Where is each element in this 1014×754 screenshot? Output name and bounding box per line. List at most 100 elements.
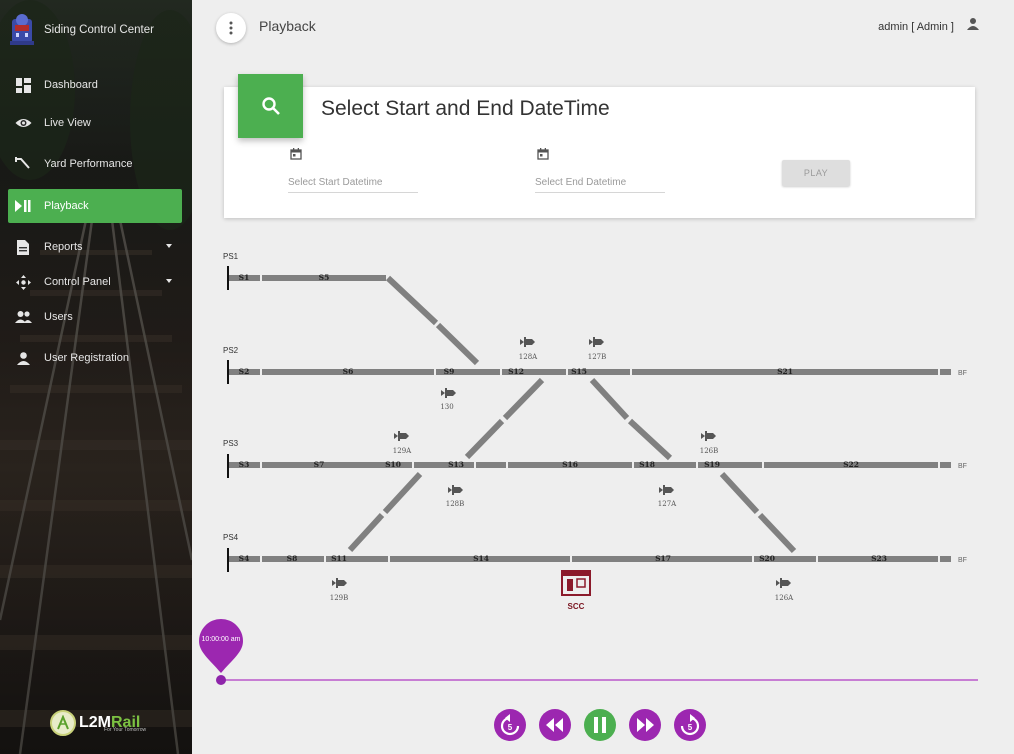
timeline-handle[interactable] <box>216 675 226 685</box>
fast-forward-icon <box>637 718 654 732</box>
calendar-icon[interactable] <box>290 147 302 165</box>
sidebar-item-label: Playback <box>44 200 89 212</box>
signal-129a[interactable]: 129A <box>393 431 412 455</box>
signal-130[interactable]: 130 <box>440 388 456 411</box>
crossover-s10-b <box>347 512 385 553</box>
section-label: S10 <box>385 460 401 469</box>
bumper-ps4 <box>227 548 229 572</box>
signal-label: 130 <box>440 403 453 411</box>
section-label: S11 <box>331 554 347 563</box>
section-label: S1 <box>239 273 250 282</box>
sidebar-item-reports[interactable]: Reports <box>8 230 182 264</box>
timeline-track[interactable] <box>221 679 978 681</box>
signal-label: 129A <box>393 447 412 455</box>
section-label: S13 <box>448 460 464 469</box>
chevron-down-icon <box>166 279 172 283</box>
bumper-ps1 <box>227 266 229 290</box>
end-datetime-input[interactable] <box>535 177 665 193</box>
signal-126b[interactable]: 126B <box>700 431 719 455</box>
crossover-s5-a <box>385 275 439 326</box>
signal-icon <box>448 485 463 495</box>
signal-128b[interactable]: 128B <box>446 485 465 508</box>
card-title: Select Start and End DateTime <box>321 97 610 120</box>
signal-label: 129B <box>330 594 349 602</box>
sidebar-brand[interactable]: Siding Control Center <box>6 12 154 48</box>
sidebar-item-yard-performance[interactable]: Yard Performance <box>8 147 182 181</box>
page-title: Playback <box>259 18 316 34</box>
sidebar-item-control-panel[interactable]: Control Panel <box>8 265 182 299</box>
signal-127b[interactable]: 127B <box>588 337 607 361</box>
scc-station[interactable]: SCC <box>561 570 591 611</box>
platform-label-ps4: PS4 <box>223 533 239 542</box>
more-menu-button[interactable] <box>216 13 246 43</box>
crossover-s19-b <box>757 512 797 554</box>
signal-label: 127B <box>588 353 607 361</box>
signal-icon <box>701 431 716 441</box>
sidebar-item-label: Reports <box>44 241 83 253</box>
section-label: S16 <box>562 460 578 469</box>
logo-tagline: For Your Tomorrow <box>104 727 147 733</box>
signal-icon <box>394 431 409 441</box>
pause-button[interactable] <box>584 709 616 741</box>
document-icon <box>14 238 32 256</box>
calendar-icon[interactable] <box>537 147 549 165</box>
forward-5-button[interactable]: 5 <box>674 709 706 741</box>
station-building-icon <box>561 570 591 596</box>
rewind-button[interactable] <box>539 709 571 741</box>
signal-label: 127A <box>658 500 677 508</box>
sidebar-item-label: Live View <box>44 117 91 129</box>
section-label: S3 <box>239 460 250 469</box>
fast-forward-button[interactable] <box>629 709 661 741</box>
search-icon <box>261 97 280 115</box>
signal-icon <box>776 578 791 588</box>
sidebar-item-users[interactable]: Users <box>8 300 182 334</box>
section-label: S15 <box>571 367 587 376</box>
bumper-ps2 <box>227 360 229 384</box>
section-label: S2 <box>239 367 250 376</box>
sidebar-item-user-registration[interactable]: User Registration <box>8 341 182 375</box>
timeline-current-time: 10:00:00 am <box>201 636 241 643</box>
sidebar-item-dashboard[interactable]: Dashboard <box>8 68 182 102</box>
pause-icon <box>594 717 606 733</box>
signal-label: 126A <box>775 594 794 602</box>
timeline-time-pin[interactable] <box>199 619 243 675</box>
crossover-s15-b <box>627 418 673 461</box>
forward-5-icon: 5 <box>680 714 700 736</box>
sidebar: Siding Control Center Dashboard Live Vie… <box>0 0 192 754</box>
crossover-s5-b <box>435 322 480 366</box>
crossover-s12-a <box>502 377 545 421</box>
dashboard-icon <box>14 76 32 94</box>
bumper-ps3 <box>227 454 229 478</box>
signal-128a[interactable]: 128A <box>519 337 538 361</box>
section-label: S9 <box>444 367 455 376</box>
sidebar-item-label: User Registration <box>44 352 129 364</box>
svg-text:5: 5 <box>688 723 693 732</box>
yard-icon <box>14 155 32 173</box>
signal-label: 126B <box>700 447 719 455</box>
play-button[interactable]: PLAY <box>782 160 850 186</box>
sidebar-item-playback[interactable]: Playback <box>8 189 182 223</box>
chevron-down-icon <box>166 244 172 248</box>
platform-label-ps1: PS1 <box>223 252 239 261</box>
signal-icon <box>589 337 604 347</box>
sidebar-item-live-view[interactable]: Live View <box>8 106 182 140</box>
signal-icon <box>659 485 674 495</box>
search-badge <box>238 74 303 138</box>
replay-5-button[interactable]: 5 <box>494 709 526 741</box>
signal-127a[interactable]: 127A <box>658 485 677 508</box>
station-logo-icon <box>10 14 34 45</box>
signal-label: 128B <box>446 500 465 508</box>
account-icon[interactable] <box>966 17 980 36</box>
signal-126a[interactable]: 126A <box>775 578 794 602</box>
crossover-s19-a <box>719 471 760 515</box>
section-label: S19 <box>704 460 720 469</box>
section-label: S4 <box>239 554 250 563</box>
sidebar-item-label: Users <box>44 311 73 323</box>
datetime-card: Select Start and End DateTime PLAY <box>224 87 975 218</box>
crossover-s15-a <box>589 377 630 421</box>
signal-icon <box>520 337 535 347</box>
section-label: S17 <box>655 554 671 563</box>
start-datetime-input[interactable] <box>288 177 418 193</box>
section-label: S12 <box>508 367 524 376</box>
signal-129b[interactable]: 129B <box>330 578 349 602</box>
